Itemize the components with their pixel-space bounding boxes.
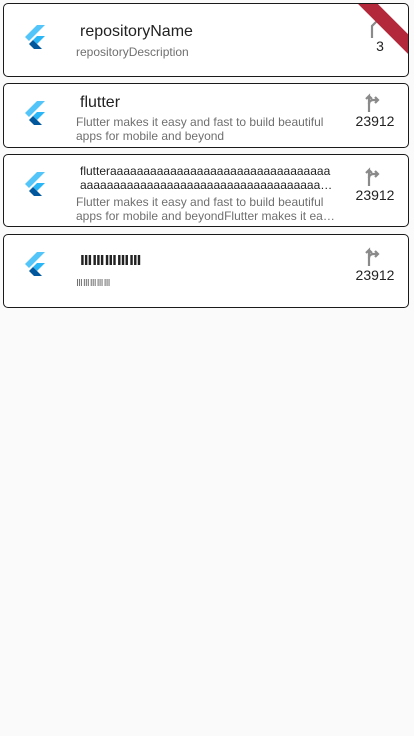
- repository-description: ⅢⅢⅢⅢⅢ: [76, 278, 111, 289]
- fork-icon: [365, 93, 380, 112]
- flutter-logo-icon: [25, 172, 45, 196]
- repository-description: repositoryDescription: [76, 45, 189, 59]
- repository-name: repositoryName: [80, 23, 193, 40]
- repository-card[interactable]: flutter Flutter makes it easy and fast t…: [3, 83, 409, 148]
- flutter-logo-icon: [25, 25, 45, 49]
- fork-count: 23912: [355, 187, 395, 203]
- flutter-logo-icon: [25, 252, 45, 276]
- app-screen: { "repositories": [ { "name": "repositor…: [0, 0, 414, 736]
- debug-banner: [344, 4, 408, 60]
- flutter-logo-icon: [25, 101, 45, 125]
- repository-description: Flutter makes it easy and fast to build …: [76, 115, 324, 143]
- repository-description: Flutter makes it easy and fast to build …: [76, 195, 335, 223]
- fork-icon: [365, 247, 380, 266]
- repository-name: ⅢⅢⅢⅢⅢ: [80, 253, 142, 268]
- repository-card[interactable]: repositoryName repositoryDescription 3: [3, 3, 409, 77]
- repository-name: flutter: [80, 94, 121, 111]
- fork-count: 23912: [355, 113, 395, 129]
- fork-count: 23912: [355, 267, 395, 283]
- repository-card[interactable]: ⅢⅢⅢⅢⅢ ⅢⅢⅢⅢⅢ 23912: [3, 234, 409, 308]
- repository-name: flutteraaaaaaaaaaaaaaaaaaaaaaaaaaaaaaaaa…: [80, 164, 334, 192]
- fork-icon: [365, 167, 380, 186]
- repository-card[interactable]: flutteraaaaaaaaaaaaaaaaaaaaaaaaaaaaaaaaa…: [3, 154, 409, 227]
